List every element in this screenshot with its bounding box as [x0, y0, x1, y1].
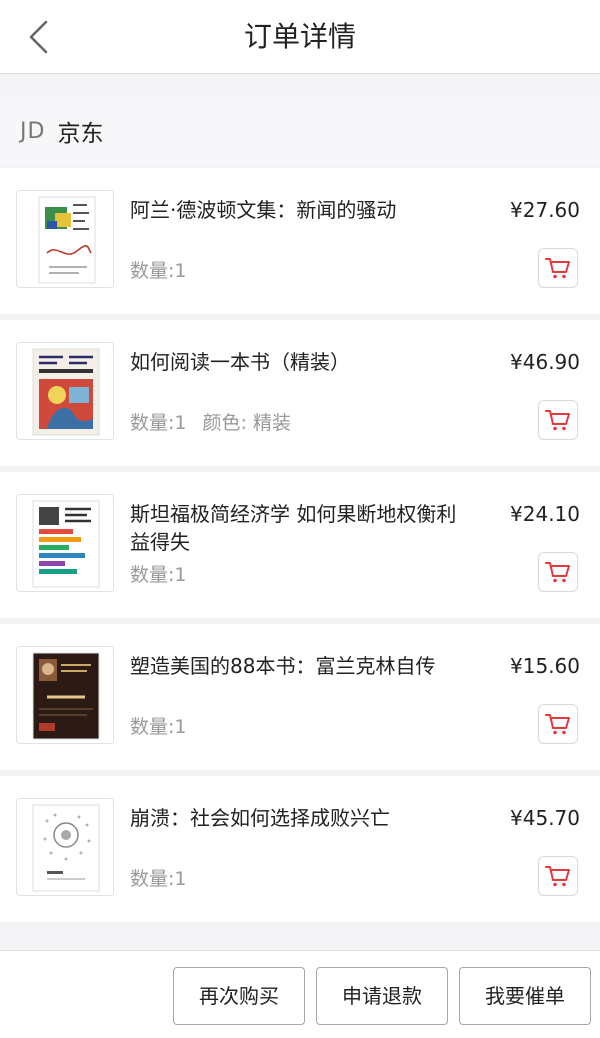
- item-quantity: 数量:1: [130, 868, 187, 890]
- item-meta: 数量:1: [130, 560, 187, 587]
- shop-name: 京东: [57, 121, 104, 147]
- add-to-cart-button[interactable]: [538, 552, 578, 592]
- book-cover-image: [16, 342, 114, 440]
- item-quantity: 数量:1: [130, 716, 187, 738]
- shop-logo: JD: [20, 118, 46, 144]
- item-quantity: 数量:1: [130, 412, 187, 434]
- add-to-cart-button[interactable]: [538, 856, 578, 896]
- request-refund-button[interactable]: 申请退款: [316, 967, 448, 1025]
- action-bar: 再次购买 申请退款 我要催单: [0, 950, 600, 1038]
- item-name[interactable]: 崩溃：社会如何选择成败兴亡: [130, 804, 475, 832]
- order-item[interactable]: 阿兰·德波顿文集：新闻的骚动 ¥27.60 数量:1: [0, 168, 600, 314]
- item-meta: 数量:1: [130, 712, 187, 739]
- item-name[interactable]: 斯坦福极简经济学 如何果断地权衡利益得失: [130, 500, 475, 556]
- item-name[interactable]: 如何阅读一本书（精装）: [130, 348, 475, 376]
- add-to-cart-button[interactable]: [538, 704, 578, 744]
- cart-icon: [545, 562, 570, 583]
- urge-order-button[interactable]: 我要催单: [459, 967, 591, 1025]
- item-meta: 数量:1: [130, 256, 187, 283]
- item-quantity: 数量:1: [130, 564, 187, 586]
- item-price: ¥24.10: [510, 502, 580, 526]
- item-price: ¥27.60: [510, 198, 580, 222]
- cart-icon: [545, 410, 570, 431]
- item-meta: 数量:1 颜色: 精装: [130, 408, 291, 435]
- cart-icon: [545, 258, 570, 279]
- cart-icon: [545, 714, 570, 735]
- item-variant: 颜色: 精装: [202, 412, 291, 434]
- header-bar: 订单详情: [0, 0, 600, 74]
- book-cover-image: [16, 646, 114, 744]
- item-name[interactable]: 阿兰·德波顿文集：新闻的骚动: [130, 196, 475, 224]
- order-item[interactable]: 斯坦福极简经济学 如何果断地权衡利益得失 ¥24.10 数量:1: [0, 472, 600, 618]
- item-quantity: 数量:1: [130, 260, 187, 282]
- order-item-list: 阿兰·德波顿文集：新闻的骚动 ¥27.60 数量:1 如何阅读一本书（精装） ¥…: [0, 168, 600, 928]
- item-name[interactable]: 塑造美国的88本书：富兰克林自传: [130, 652, 475, 680]
- book-cover-image: [16, 494, 114, 592]
- add-to-cart-button[interactable]: [538, 400, 578, 440]
- item-price: ¥45.70: [510, 806, 580, 830]
- order-item[interactable]: 崩溃：社会如何选择成败兴亡 ¥45.70 数量:1: [0, 776, 600, 922]
- book-cover-image: [16, 190, 114, 288]
- book-cover-image: [16, 798, 114, 896]
- item-meta: 数量:1: [130, 864, 187, 891]
- buy-again-button[interactable]: 再次购买: [173, 967, 305, 1025]
- page-title: 订单详情: [243, 20, 356, 53]
- order-item[interactable]: 如何阅读一本书（精装） ¥46.90 数量:1 颜色: 精装: [0, 320, 600, 466]
- add-to-cart-button[interactable]: [538, 248, 578, 288]
- shop-header: JD 京东: [0, 96, 600, 166]
- order-item[interactable]: 塑造美国的88本书：富兰克林自传 ¥15.60 数量:1: [0, 624, 600, 770]
- item-price: ¥15.60: [510, 654, 580, 678]
- cart-icon: [545, 866, 570, 887]
- item-price: ¥46.90: [510, 350, 580, 374]
